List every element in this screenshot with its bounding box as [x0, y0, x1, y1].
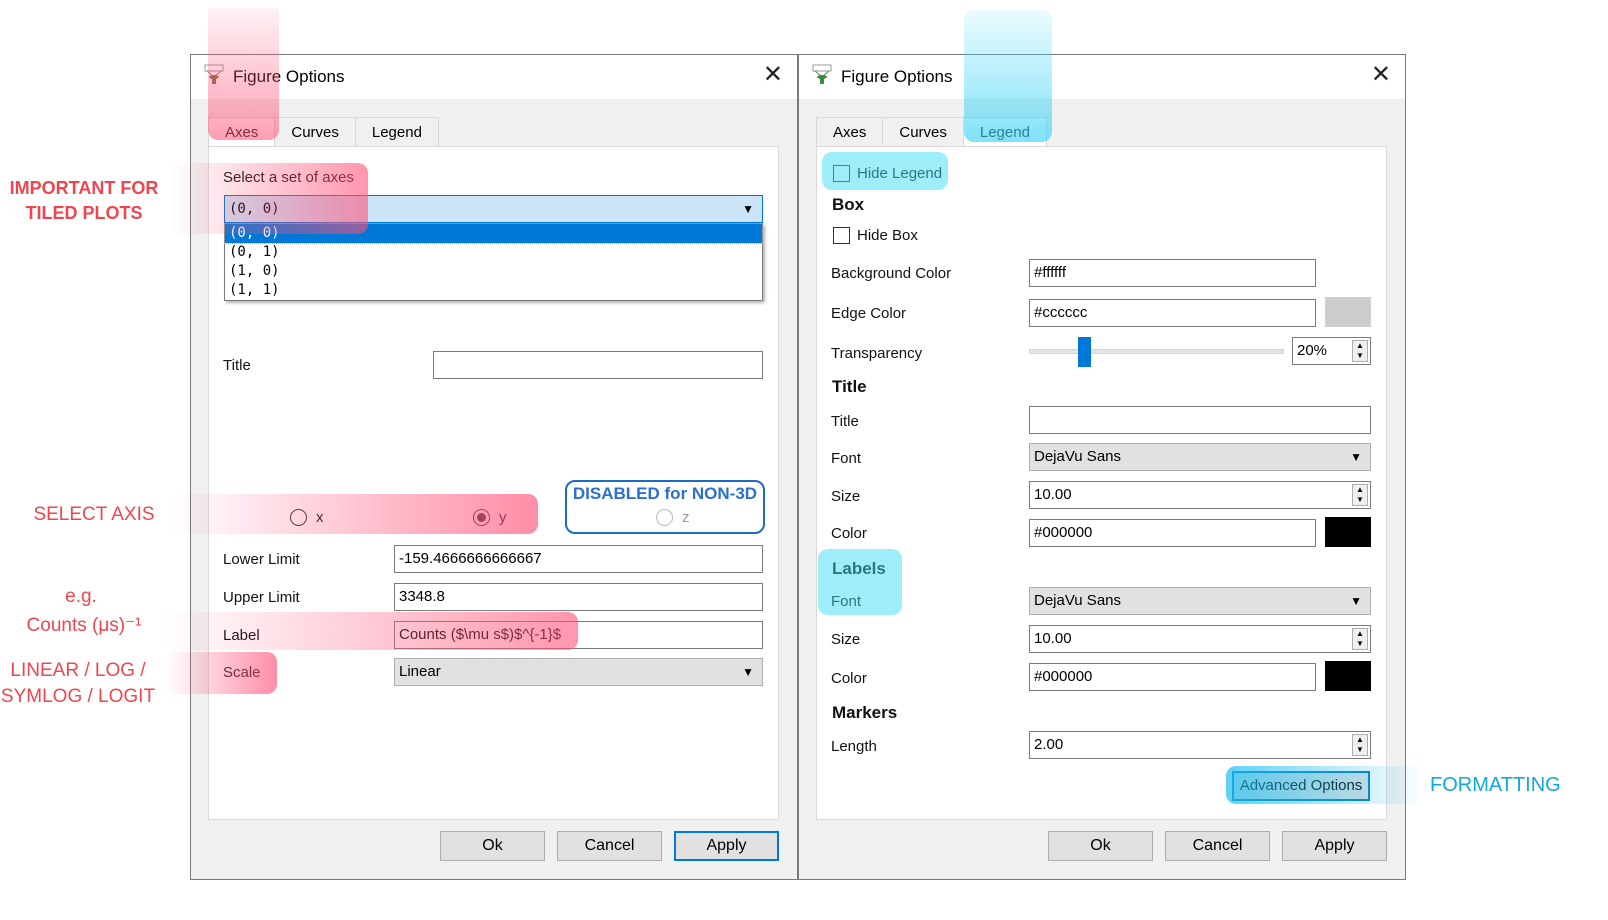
spin-arrows-icon[interactable]: ▲ ▼ — [1352, 484, 1368, 506]
axes-options-list: (0, 0) (0, 1) (1, 0) (1, 1) — [224, 223, 763, 301]
tab-curves[interactable]: Curves — [882, 117, 964, 147]
ok-button[interactable]: Ok — [440, 831, 545, 861]
edge-color-label: Edge Color — [831, 305, 907, 322]
highlight-select-axis — [170, 494, 538, 534]
highlight-hide-legend — [822, 152, 948, 190]
axes-option[interactable]: (1, 1) — [225, 281, 762, 300]
title-heading: Title — [832, 377, 867, 396]
axes-option[interactable]: (0, 1) — [225, 243, 762, 262]
title-bar: Figure Options ✕ — [191, 55, 797, 99]
title-font-dropdown[interactable]: DejaVu Sans ▼ — [1029, 443, 1371, 471]
title-font-value: DejaVu Sans — [1034, 448, 1121, 465]
dialog-title: Figure Options — [841, 67, 953, 86]
spin-arrows-icon[interactable]: ▲ ▼ — [1352, 734, 1368, 756]
annotation-formatting: FORMATTING — [1430, 774, 1561, 796]
scale-dropdown[interactable]: Linear ▼ — [394, 658, 763, 686]
labels-color-swatch[interactable] — [1325, 661, 1371, 691]
transparency-slider-handle[interactable] — [1078, 337, 1091, 367]
highlight-axes-tab — [208, 8, 279, 140]
title-size-label: Size — [831, 488, 861, 505]
labels-size-label: Size — [831, 631, 861, 648]
background-color-input[interactable]: #ffffff — [1029, 259, 1316, 287]
apply-button[interactable]: Apply — [1282, 831, 1387, 861]
apply-button[interactable]: Apply — [674, 831, 779, 861]
annotation-eg: e.g. — [65, 586, 97, 607]
cancel-button[interactable]: Cancel — [557, 831, 662, 861]
highlight-legend-tab — [964, 10, 1052, 142]
transparency-slider-track[interactable] — [1029, 337, 1284, 367]
annotation-counts-example: Counts (μs)⁻¹ — [26, 615, 142, 636]
title-color-swatch[interactable] — [1325, 517, 1371, 547]
labels-font-dropdown[interactable]: DejaVu Sans ▼ — [1029, 587, 1371, 615]
annotation-disabled-non3d: DISABLED for NON-3D — [572, 484, 758, 503]
title-color-input[interactable]: #000000 — [1029, 519, 1316, 547]
highlight-scale — [165, 652, 277, 694]
title-size-spinbox[interactable]: 10.00 ▲ ▼ — [1029, 481, 1371, 509]
labels-font-value: DejaVu Sans — [1034, 592, 1121, 609]
annotation-select-axis: SELECT AXIS — [33, 504, 155, 525]
chevron-down-icon: ▼ — [742, 202, 754, 216]
title-input[interactable] — [433, 351, 763, 379]
annotation-scale-types-2: SYMLOG / LOGIT — [0, 686, 156, 707]
highlight-label-field — [160, 612, 578, 650]
tab-axes[interactable]: Axes — [816, 117, 884, 147]
edge-color-input[interactable]: #cccccc — [1029, 299, 1316, 327]
legend-title-label: Title — [831, 413, 859, 430]
hide-box-label: Hide Box — [857, 227, 918, 244]
title-label: Title — [223, 357, 251, 374]
lower-limit-label: Lower Limit — [223, 551, 300, 568]
edge-color-swatch[interactable] — [1325, 297, 1371, 327]
title-color-label: Color — [831, 525, 867, 542]
close-icon[interactable]: ✕ — [1371, 63, 1391, 87]
title-font-label: Font — [831, 450, 862, 467]
length-value: 2.00 — [1034, 736, 1064, 753]
scale-value: Linear — [399, 663, 441, 680]
spin-arrows-icon[interactable]: ▲ ▼ — [1352, 628, 1368, 650]
labels-size-spinbox[interactable]: 10.00 ▲ ▼ — [1029, 625, 1371, 653]
chevron-down-icon: ▼ — [1350, 450, 1362, 464]
app-icon — [812, 64, 832, 84]
highlight-labels — [818, 549, 902, 615]
box-heading: Box — [832, 195, 865, 214]
title-size-value: 10.00 — [1034, 486, 1072, 503]
highlight-advanced-options — [1226, 766, 1426, 804]
background-color-label: Background Color — [831, 265, 952, 282]
tab-legend[interactable]: Legend — [354, 117, 439, 147]
cancel-button[interactable]: Cancel — [1165, 831, 1270, 861]
legend-panel: Hide Legend Box Hide Box Background Colo… — [816, 146, 1387, 820]
labels-size-value: 10.00 — [1034, 630, 1072, 647]
markers-heading: Markers — [832, 703, 898, 722]
hide-box-checkbox[interactable] — [833, 227, 850, 244]
length-spinbox[interactable]: 2.00 ▲ ▼ — [1029, 731, 1371, 759]
legend-title-input[interactable] — [1029, 406, 1371, 434]
transparency-label: Transparency — [831, 345, 923, 362]
lower-limit-input[interactable]: -159.4666666666667 — [394, 545, 763, 573]
chevron-down-icon: ▼ — [1350, 594, 1362, 608]
tab-curves[interactable]: Curves — [274, 117, 356, 147]
chevron-down-icon: ▼ — [742, 665, 754, 679]
annotation-scale-types-1: LINEAR / LOG / — [10, 660, 146, 681]
highlight-axes-select — [170, 163, 368, 234]
length-label: Length — [831, 738, 877, 755]
transparency-value: 20% — [1297, 342, 1328, 359]
upper-limit-input[interactable]: 3348.8 — [394, 583, 763, 611]
transparency-spinbox[interactable]: 20% ▲ ▼ — [1292, 337, 1371, 365]
upper-limit-label: Upper Limit — [223, 589, 300, 606]
axes-option[interactable]: (1, 0) — [225, 262, 762, 281]
labels-color-label: Color — [831, 670, 867, 687]
title-bar: Figure Options ✕ — [799, 55, 1405, 99]
labels-color-input[interactable]: #000000 — [1029, 663, 1316, 691]
ok-button[interactable]: Ok — [1048, 831, 1153, 861]
spin-arrows-icon[interactable]: ▲ ▼ — [1352, 340, 1368, 362]
annotation-tiled-plots: IMPORTANT FOR TILED PLOTS — [9, 178, 159, 223]
close-icon[interactable]: ✕ — [763, 63, 783, 87]
